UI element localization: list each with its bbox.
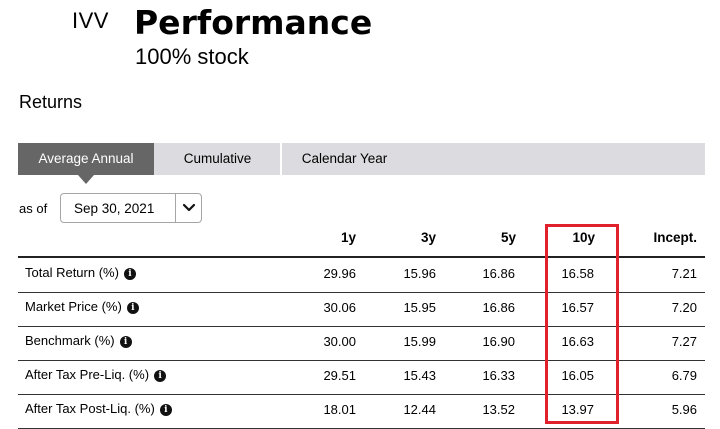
table-row: Benchmark (%) i 30.00 15.99 16.90 16.63 7…: [18, 326, 705, 361]
table-row: After Tax Pre-Liq. (%) i 29.51 15.43 16.3…: [18, 360, 705, 395]
tab-cumulative[interactable]: Cumulative: [155, 143, 282, 175]
info-icon[interactable]: i: [159, 404, 172, 416]
info-icon[interactable]: i: [154, 370, 167, 382]
row-label-text: After Tax Pre-Liq. (%): [25, 367, 150, 382]
cell-3y: 15.95: [403, 300, 436, 315]
cell-5y: 13.52: [482, 402, 515, 417]
page-title: Performance: [134, 3, 373, 42]
info-icon[interactable]: i: [126, 302, 139, 314]
cell-1y: 18.01: [323, 402, 356, 417]
cell-3y: 15.99: [403, 334, 436, 349]
column-header-1y: 1y: [340, 230, 356, 245]
cell-3y: 12.44: [403, 402, 436, 417]
cell-1y: 30.06: [323, 300, 356, 315]
cell-inception: 5.96: [671, 402, 697, 417]
cell-1y: 30.00: [323, 334, 356, 349]
page-subtitle: 100% stock: [135, 44, 249, 69]
row-label-text: After Tax Post-Liq. (%): [25, 401, 155, 416]
cell-5y: 16.90: [482, 334, 515, 349]
row-label: After Tax Post-Liq. (%) i: [25, 401, 172, 416]
dropdown-divider: [175, 194, 176, 222]
section-title: Returns: [19, 92, 83, 112]
cell-10y: 13.97: [561, 402, 594, 417]
cell-10y: 16.05: [561, 368, 594, 383]
cell-inception: 7.20: [671, 300, 697, 315]
cell-3y: 15.96: [403, 266, 436, 281]
row-label-text: Total Return (%): [25, 265, 119, 280]
info-icon[interactable]: i: [119, 336, 132, 348]
date-dropdown[interactable]: Sep 30, 2021: [60, 193, 202, 223]
tab-bar: Average Annual Cumulative Calendar Year: [18, 143, 705, 175]
row-label-text: Benchmark (%): [25, 333, 115, 348]
cell-1y: 29.51: [323, 368, 356, 383]
date-dropdown-value: Sep 30, 2021: [74, 201, 155, 216]
cell-3y: 15.43: [403, 368, 436, 383]
column-header-inception: Incept.: [653, 230, 697, 245]
table-row: After Tax Post-Liq. (%) i 18.01 12.44 13.…: [18, 394, 705, 429]
as-of-label: as of: [19, 201, 48, 216]
active-tab-pointer: [78, 175, 94, 184]
row-label: Benchmark (%) i: [25, 333, 132, 348]
cell-inception: 7.27: [671, 334, 697, 349]
chevron-down-icon[interactable]: [182, 202, 196, 214]
cell-inception: 7.21: [671, 266, 697, 281]
cell-inception: 6.79: [671, 368, 697, 383]
row-label-text: Market Price (%): [25, 299, 122, 314]
fund-ticker: IVV: [72, 8, 109, 33]
column-header-3y: 3y: [420, 230, 436, 245]
table-row: Market Price (%) i 30.06 15.95 16.86 16.5…: [18, 292, 705, 327]
tab-average-annual[interactable]: Average Annual: [18, 143, 154, 175]
row-label: After Tax Pre-Liq. (%) i: [25, 367, 167, 382]
tab-calendar-year[interactable]: Calendar Year: [282, 143, 407, 175]
cell-1y: 29.96: [323, 266, 356, 281]
column-header-5y: 5y: [500, 230, 516, 245]
info-icon[interactable]: i: [123, 268, 136, 280]
cell-5y: 16.86: [482, 300, 515, 315]
cell-10y: 16.58: [561, 266, 594, 281]
row-label: Total Return (%) i: [25, 265, 136, 280]
column-header-10y: 10y: [572, 230, 595, 245]
table-row: Total Return (%) i 29.96 15.96 16.86 16.5…: [18, 258, 705, 293]
cell-10y: 16.57: [561, 300, 594, 315]
cell-10y: 16.63: [561, 334, 594, 349]
row-label: Market Price (%) i: [25, 299, 139, 314]
cell-5y: 16.86: [482, 266, 515, 281]
cell-5y: 16.33: [482, 368, 515, 383]
